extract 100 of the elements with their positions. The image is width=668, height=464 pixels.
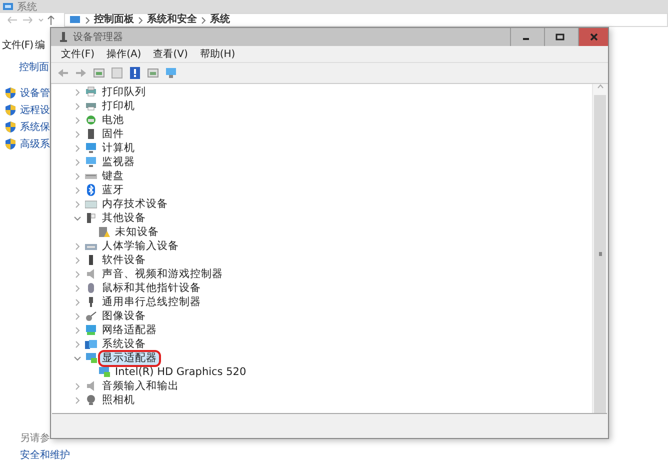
device-category-icon — [85, 156, 97, 168]
tree-item[interactable]: 打印队列 — [100, 86, 148, 98]
expand-caret-icon[interactable] — [74, 382, 80, 390]
menu-item[interactable]: 操作(A) — [106, 47, 142, 61]
device-manager-icon — [59, 31, 69, 43]
window-title: 系统 — [17, 0, 37, 14]
see-also-link[interactable]: 安全和维护 — [20, 449, 70, 462]
tree-item[interactable]: 音频输入和输出 — [100, 380, 181, 392]
expand-caret-icon[interactable] — [74, 144, 80, 152]
close-icon — [588, 32, 598, 42]
back-arrow-icon[interactable] — [57, 67, 69, 79]
scrollbar[interactable] — [592, 84, 607, 413]
expand-caret-icon[interactable] — [74, 186, 80, 194]
device-category-icon — [85, 394, 97, 406]
collapse-caret-icon[interactable] — [74, 354, 80, 362]
menu-item[interactable]: 文件(F) — [61, 47, 95, 61]
tree-item[interactable]: 其他设备 — [100, 212, 148, 224]
breadcrumb[interactable]: 系统 — [210, 14, 230, 26]
menu-item[interactable]: 查看(V) — [153, 47, 188, 61]
expand-caret-icon[interactable] — [74, 158, 80, 166]
expand-caret-icon[interactable] — [74, 242, 80, 250]
expand-caret-icon[interactable] — [74, 200, 80, 208]
window-title: 设备管理器 — [73, 31, 123, 44]
device-icon — [98, 366, 110, 378]
sidebar-link[interactable]: 远程设 — [20, 102, 50, 116]
tree-item[interactable]: 内存技术设备 — [100, 198, 170, 210]
sidebar-link[interactable]: 高级系 — [20, 136, 50, 150]
tree-item[interactable]: 照相机 — [100, 394, 137, 406]
page-icon[interactable] — [111, 67, 123, 79]
forward-arrow-icon[interactable] — [75, 67, 87, 79]
device-category-icon — [85, 128, 97, 140]
expand-caret-icon[interactable] — [74, 172, 80, 180]
address-bar[interactable]: 控制面板 系统和安全 系统 — [64, 13, 668, 27]
device-category-icon — [85, 352, 97, 364]
expand-caret-icon[interactable] — [74, 298, 80, 306]
tree-item[interactable]: 计算机 — [100, 142, 137, 154]
expand-caret-icon[interactable] — [74, 116, 80, 124]
scroll-up-icon — [596, 84, 604, 89]
tree-item[interactable]: 固件 — [100, 128, 126, 140]
navigation-arrows-drawing — [6, 14, 56, 26]
tree-item[interactable]: 人体学输入设备 — [100, 240, 181, 252]
menu-item[interactable]: 帮助(H) — [200, 47, 236, 61]
expand-caret-icon[interactable] — [74, 102, 80, 110]
section-heading: 另请参 — [20, 432, 50, 445]
view-icon[interactable] — [147, 67, 159, 79]
expand-caret-icon[interactable] — [74, 340, 80, 348]
tree-item[interactable]: 通用串行总线控制器 — [100, 296, 203, 308]
device-category-icon — [85, 282, 97, 294]
properties-icon[interactable] — [93, 67, 105, 79]
sidebar-link[interactable]: 设备管 — [20, 86, 50, 100]
grip-icon — [598, 252, 602, 256]
tree-item[interactable]: 图像设备 — [100, 310, 148, 322]
help-icon[interactable] — [129, 67, 141, 79]
tree-item[interactable]: Intel(R) HD Graphics 520 — [113, 366, 248, 378]
tree-item[interactable]: 键盘 — [100, 170, 126, 182]
device-category-icon — [85, 198, 97, 210]
close-button[interactable] — [578, 28, 608, 46]
expand-caret-icon[interactable] — [74, 270, 80, 278]
chevron-icon — [85, 16, 90, 24]
tree-item[interactable]: 鼠标和其他指针设备 — [100, 282, 203, 294]
expand-caret-icon[interactable] — [74, 326, 80, 334]
expand-caret-icon[interactable] — [74, 284, 80, 292]
tree-item[interactable]: 软件设备 — [100, 254, 148, 266]
maximize-icon — [554, 32, 564, 42]
tree-item[interactable]: 网络适配器 — [100, 324, 159, 336]
device-category-icon — [85, 310, 97, 322]
tree-item[interactable]: 电池 — [100, 114, 126, 126]
device-category-icon — [85, 184, 97, 196]
monitor-icon[interactable] — [165, 67, 177, 79]
device-category-icon — [85, 324, 97, 336]
tree-item[interactable]: 监视器 — [100, 156, 137, 168]
device-icon — [98, 226, 110, 238]
shield-icon — [5, 86, 16, 98]
device-category-icon — [85, 338, 97, 350]
menu-item[interactable]: 编 — [35, 38, 45, 52]
expand-caret-icon[interactable] — [74, 312, 80, 320]
menu-item[interactable]: 文件(F) — [2, 38, 34, 52]
tree-item[interactable]: 未知设备 — [113, 226, 161, 238]
tree-item[interactable]: 显示适配器 — [100, 352, 159, 364]
system-icon — [2, 2, 14, 12]
home-link[interactable]: 控制面 — [19, 60, 49, 74]
expand-caret-icon[interactable] — [74, 396, 80, 404]
sidebar-link[interactable]: 系统保 — [20, 120, 50, 134]
device-category-icon — [85, 212, 97, 224]
device-category-icon — [85, 142, 97, 154]
chevron-icon — [201, 16, 206, 24]
tree-item[interactable]: 系统设备 — [100, 338, 148, 350]
device-category-icon — [85, 268, 97, 280]
expand-caret-icon[interactable] — [74, 256, 80, 264]
tree-item[interactable]: 蓝牙 — [100, 184, 126, 196]
chevron-icon — [138, 16, 143, 24]
tree-item[interactable]: 声音、视频和游戏控制器 — [100, 268, 225, 280]
expand-caret-icon[interactable] — [74, 130, 80, 138]
collapse-caret-icon[interactable] — [74, 214, 80, 222]
breadcrumb[interactable]: 控制面板 — [94, 14, 134, 26]
device-category-icon — [85, 100, 97, 112]
breadcrumb[interactable]: 系统和安全 — [147, 14, 197, 26]
expand-caret-icon[interactable] — [74, 88, 80, 96]
device-category-icon — [85, 380, 97, 392]
tree-item[interactable]: 打印机 — [100, 100, 137, 112]
